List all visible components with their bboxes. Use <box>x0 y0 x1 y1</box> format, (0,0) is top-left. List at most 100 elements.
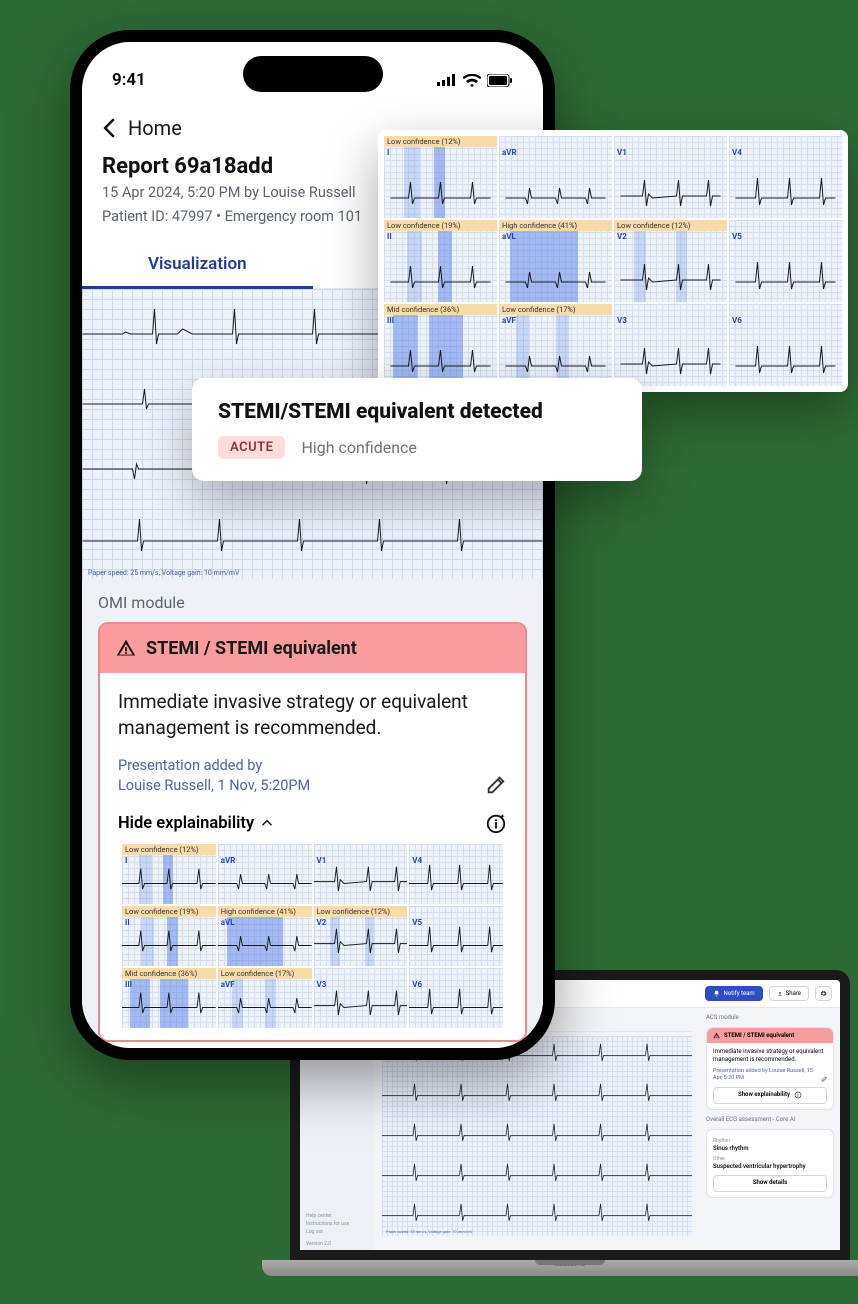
confidence-label <box>729 304 842 306</box>
ecg-lead-cell[interactable]: V1 <box>614 136 727 218</box>
omi-header-text: STEMI / STEMI equivalent <box>146 638 357 659</box>
ecg-lead-cell[interactable]: V6 <box>729 304 842 386</box>
laptop-base: MacBook Pro <box>262 1260 858 1276</box>
lead-label: V4 <box>732 148 742 157</box>
confidence-label: High confidence (41%) <box>218 906 312 917</box>
edit-icon[interactable] <box>485 774 507 796</box>
confidence-label <box>409 968 503 970</box>
acs-section-title: ACS module <box>706 1014 834 1021</box>
ecg-lead-cell[interactable]: V4 <box>409 844 503 904</box>
gear-icon <box>820 990 827 997</box>
explainability-panel[interactable]: Low confidence (12%)I aVR V1 V4 Low confiden… <box>378 130 848 392</box>
omi-section: OMI module STEMI / STEMI equivalent Imme… <box>82 579 543 1043</box>
ecg-lead-cell[interactable]: Mid confidence (36%)III <box>122 968 216 1028</box>
share-icon <box>777 991 783 997</box>
chevron-up-icon <box>260 816 274 830</box>
confidence-label <box>409 906 503 908</box>
show-explain-button[interactable]: Show explainability <box>713 1087 827 1103</box>
ecg-lead-cell[interactable]: Low confidence (12%)V2 <box>314 906 408 966</box>
acute-badge: ACUTE <box>218 436 285 459</box>
confidence-label: Low confidence (17%) <box>218 968 312 979</box>
confidence-label: Low confidence (17%) <box>499 304 612 315</box>
acs-sub: Presentation added by Louise Russell, 15… <box>713 1068 821 1083</box>
settings-button[interactable] <box>815 986 832 1001</box>
ecg-lead-cell[interactable]: V6 <box>409 968 503 1028</box>
notify-team-button[interactable]: Notify team <box>705 986 762 1001</box>
detection-callout: STEMI/STEMI equivalent detected ACUTE Hi… <box>192 378 642 481</box>
ecg-lead-cell[interactable]: Low confidence (17%)aVF <box>499 304 612 386</box>
ecg-lead-cell[interactable]: V3 <box>614 304 727 386</box>
phone-notch <box>243 56 383 92</box>
sidebar-version: Version 2.0 <box>306 1240 368 1248</box>
confidence-label <box>499 136 612 138</box>
hide-explainability-button[interactable]: Hide explainability <box>118 814 274 833</box>
acs-text: Immediate invasive strategy or equivalen… <box>713 1048 827 1065</box>
ecg-lead-cell[interactable]: V1 <box>314 844 408 904</box>
omi-presentation-line2: Louise Russell, 1 Nov, 5:20PM <box>118 776 310 796</box>
omi-card-header: STEMI / STEMI equivalent <box>100 624 525 673</box>
tab-visualization[interactable]: Visualization <box>82 242 313 288</box>
lead-label: aVR <box>502 148 517 157</box>
warning-icon <box>116 638 136 658</box>
omi-recommendation: Immediate invasive strategy or equivalen… <box>118 689 507 742</box>
confidence-label <box>729 136 842 138</box>
ecg-lead-cell[interactable]: Mid confidence (36%)III <box>384 304 497 386</box>
confidence-label: High confidence (41%) <box>499 220 612 231</box>
confidence-label: Low confidence (12%) <box>614 220 727 231</box>
ecg-lead-cell[interactable]: Low confidence (19%)II <box>122 906 216 966</box>
ecg-lead-cell[interactable]: Low confidence (19%)II <box>384 220 497 302</box>
lead-label: V1 <box>617 148 627 157</box>
explainability-grid-phone[interactable]: Low confidence (12%)IaVRV1V4Low confiden… <box>120 842 505 1030</box>
sidebar-help[interactable]: Help center <box>306 1212 368 1220</box>
sidebar-logout[interactable]: Log out <box>306 1228 368 1236</box>
ecg-lead-cell[interactable]: Low confidence (12%)I <box>122 844 216 904</box>
lead-label: III <box>387 316 394 325</box>
omi-section-title: OMI module <box>98 593 527 612</box>
ecg-lead-cell[interactable]: V5 <box>409 906 503 966</box>
confidence-label <box>614 304 727 306</box>
ecg-lead-cell[interactable]: aVR <box>499 136 612 218</box>
share-label: Share <box>786 990 801 997</box>
share-button[interactable]: Share <box>769 986 809 1001</box>
confidence-label: Mid confidence (36%) <box>122 968 216 979</box>
status-time: 9:41 <box>112 70 146 90</box>
ecg-lead-cell[interactable]: V4 <box>729 136 842 218</box>
confidence-label <box>729 220 842 222</box>
confidence-label <box>314 968 408 970</box>
ecg-lead-cell[interactable]: Low confidence (12%)I <box>384 136 497 218</box>
confidence-label <box>218 844 312 846</box>
sidebar-instructions[interactable]: Instructions for use <box>306 1220 368 1228</box>
ecg-lead-cell[interactable]: High confidence (41%)aVL <box>218 906 312 966</box>
assessment-title: Overall ECG assessment - Core AI <box>706 1116 834 1123</box>
notify-label: Notify team <box>723 990 754 997</box>
ecg-lead-cell[interactable]: V3 <box>314 968 408 1028</box>
wifi-icon <box>463 74 481 87</box>
battery-icon <box>487 74 513 87</box>
confidence-label: Low confidence (19%) <box>384 220 497 231</box>
bell-icon <box>713 990 720 997</box>
warning-icon <box>713 1032 720 1039</box>
confidence-label <box>409 844 503 846</box>
chevron-left-icon <box>102 118 116 138</box>
confidence-label: Mid confidence (36%) <box>384 304 497 315</box>
lead-label: aVF <box>502 316 516 325</box>
nav-home-label: Home <box>128 116 182 140</box>
laptop-right: ACS module STEMI / STEMI equivalent Imme… <box>700 1008 840 1254</box>
ecg-lead-cell[interactable]: Low confidence (12%)V2 <box>614 220 727 302</box>
show-details-button[interactable]: Show details <box>713 1175 827 1191</box>
ecg-lead-cell[interactable]: aVR <box>218 844 312 904</box>
confidence-label: Low confidence (12%) <box>122 844 216 855</box>
info-sparkle-icon[interactable] <box>485 812 507 834</box>
laptop-ecg[interactable]: Paper speed: 25 mm/s, Voltage gain: 10 m… <box>382 1036 692 1236</box>
ecg-lead-cell[interactable]: Low confidence (17%)aVF <box>218 968 312 1028</box>
confidence-label: Low confidence (12%) <box>314 906 408 917</box>
confidence-label: Low confidence (12%) <box>384 136 497 147</box>
edit-icon[interactable] <box>821 1075 828 1083</box>
lead-label: V5 <box>732 232 742 241</box>
lead-label: II <box>387 232 392 241</box>
ecg-lead-cell[interactable]: V5 <box>729 220 842 302</box>
ecg-footer: Paper speed: 25 mm/s, Voltage gain: 10 m… <box>88 569 239 577</box>
ecg-lead-cell[interactable]: High confidence (41%)aVL <box>499 220 612 302</box>
confidence-label <box>614 136 727 138</box>
lead-label: V3 <box>617 316 627 325</box>
